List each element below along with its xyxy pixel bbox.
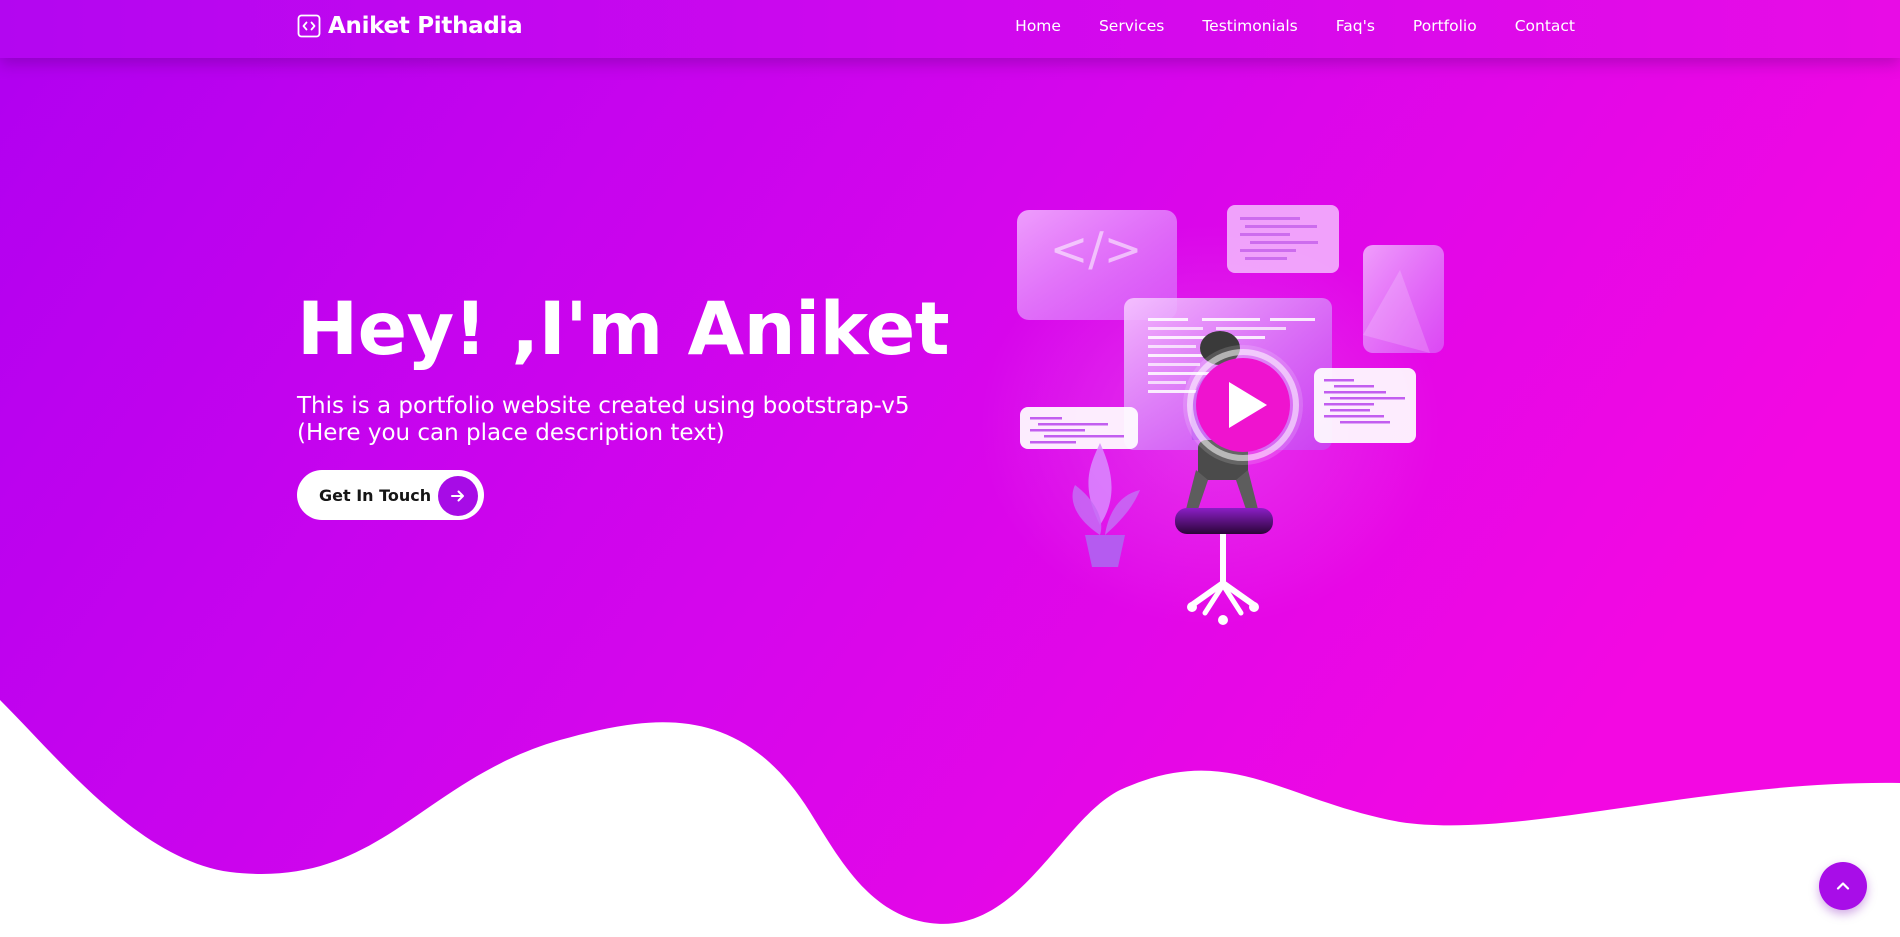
hero-description: This is a portfolio website created usin… xyxy=(297,393,1017,447)
nav-link-contact[interactable]: Contact xyxy=(1515,17,1575,35)
video-play-button[interactable] xyxy=(1183,345,1303,465)
nav-link-faqs[interactable]: Faq's xyxy=(1336,17,1375,35)
code-icon xyxy=(297,14,321,38)
hero-description-line-2: (Here you can place description text) xyxy=(297,420,725,446)
hero-background xyxy=(0,0,1900,924)
nav-menu: Home Services Testimonials Faq's Portfol… xyxy=(1015,17,1575,35)
snippet-card-top xyxy=(1227,205,1339,273)
navbar: Aniket Pithadia Home Services Testimonia… xyxy=(0,0,1900,58)
hero-wave-shape xyxy=(0,0,1900,924)
code-tag-text: </> xyxy=(1050,222,1143,276)
nav-link-home[interactable]: Home xyxy=(1015,17,1061,35)
snippet-card-left xyxy=(1020,407,1138,449)
nav-link-services[interactable]: Services xyxy=(1099,17,1164,35)
get-in-touch-button[interactable]: Get In Touch xyxy=(297,470,484,520)
nav-link-testimonials[interactable]: Testimonials xyxy=(1202,17,1297,35)
brand[interactable]: Aniket Pithadia xyxy=(297,13,523,39)
get-in-touch-label: Get In Touch xyxy=(319,485,432,505)
brand-name: Aniket Pithadia xyxy=(328,13,523,39)
hero-description-line-1: This is a portfolio website created usin… xyxy=(297,393,910,419)
image-card-right xyxy=(1363,245,1444,353)
chevron-up-icon xyxy=(1836,882,1850,890)
scroll-to-top-button[interactable] xyxy=(1819,862,1867,910)
hero-illustration: </> xyxy=(980,205,1444,625)
arrow-right-icon xyxy=(438,476,478,516)
snippet-card-right xyxy=(1314,368,1416,443)
nav-link-portfolio[interactable]: Portfolio xyxy=(1413,17,1477,35)
hero-title: Hey! ,I'm Aniket xyxy=(297,287,950,372)
